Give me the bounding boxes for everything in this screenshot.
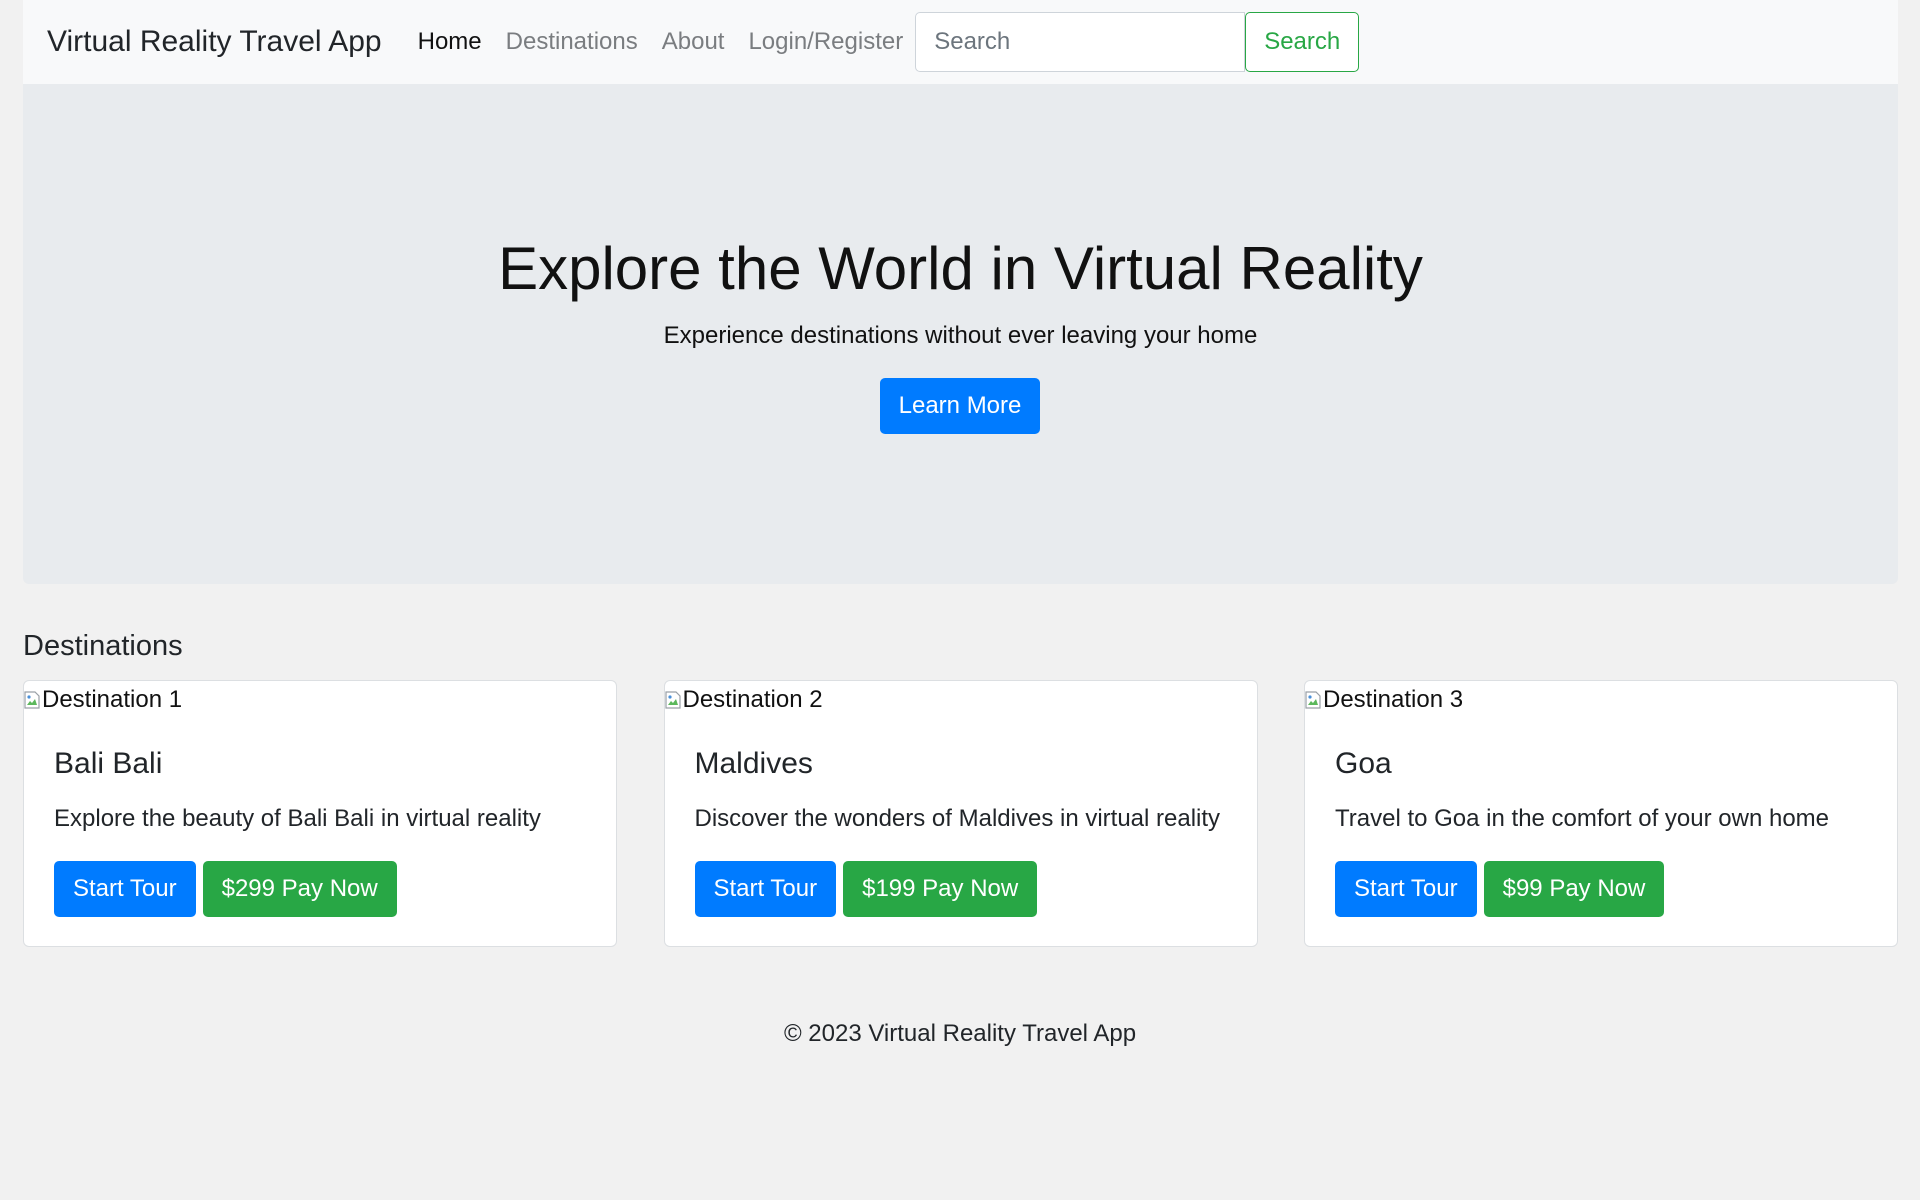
pay-now-button[interactable]: $199 Pay Now (843, 861, 1038, 917)
card-text: Travel to Goa in the comfort of your own… (1335, 805, 1830, 832)
page: Virtual Reality Travel App Home Destinat… (0, 0, 1920, 1200)
hero-subtitle: Experience destinations without ever lea… (663, 322, 1258, 349)
card-text: Explore the beauty of Bali Bali in virtu… (54, 805, 541, 832)
start-tour-button[interactable]: Start Tour (1335, 861, 1477, 917)
nav-link-destinations[interactable]: Destinations (506, 28, 638, 56)
hero-title: Explore the World in Virtual Reality (498, 235, 1423, 302)
destination-image: Destination 2 (664, 685, 823, 715)
destination-card: Destination 3 Goa Travel to Goa in the c… (1304, 680, 1898, 947)
destination-image-alt: Destination 1 (42, 686, 183, 713)
card-title: Goa (1335, 747, 1392, 780)
nav-links: Home Destinations About Login/Register (418, 28, 928, 56)
destination-image-alt: Destination 3 (1323, 686, 1464, 713)
card-actions: Start Tour $199 Pay Now (694, 861, 1038, 917)
broken-image-icon (24, 691, 40, 709)
navbar: Virtual Reality Travel App Home Destinat… (23, 0, 1898, 84)
destination-image: Destination 3 (1305, 685, 1463, 715)
destination-image-alt: Destination 2 (682, 686, 823, 713)
start-tour-button[interactable]: Start Tour (54, 861, 196, 917)
destination-card: Destination 1 Bali Bali Explore the beau… (23, 680, 617, 947)
destinations-heading: Destinations (23, 630, 183, 662)
brand-link[interactable]: Virtual Reality Travel App (47, 25, 382, 59)
hero: Explore the World in Virtual Reality Exp… (23, 84, 1898, 584)
nav-link-about[interactable]: About (662, 28, 725, 56)
destination-card: Destination 2 Maldives Discover the wond… (663, 680, 1258, 947)
search-input[interactable] (915, 12, 1246, 72)
broken-image-icon (1305, 691, 1321, 709)
destination-cards: Destination 1 Bali Bali Explore the beau… (23, 680, 1898, 947)
card-actions: Start Tour $299 Pay Now (54, 861, 397, 917)
card-title: Bali Bali (54, 747, 163, 780)
learn-more-button[interactable]: Learn More (880, 378, 1040, 434)
start-tour-button[interactable]: Start Tour (694, 861, 837, 917)
search-form: Search (915, 12, 1360, 72)
card-title: Maldives (694, 747, 813, 780)
pay-now-button[interactable]: $99 Pay Now (1483, 861, 1665, 917)
footer: © 2023 Virtual Reality Travel App (0, 1020, 1920, 1048)
pay-now-button[interactable]: $299 Pay Now (202, 861, 397, 917)
card-actions: Start Tour $99 Pay Now (1335, 861, 1665, 917)
nav-link-home[interactable]: Home (418, 28, 482, 56)
broken-image-icon (664, 691, 681, 709)
destination-image: Destination 1 (24, 685, 182, 715)
footer-copyright: © 2023 Virtual Reality Travel App (783, 1020, 1137, 1047)
search-button[interactable]: Search (1245, 12, 1360, 72)
nav-link-login-register[interactable]: Login/Register (748, 28, 903, 56)
card-text: Discover the wonders of Maldives in virt… (694, 805, 1221, 832)
